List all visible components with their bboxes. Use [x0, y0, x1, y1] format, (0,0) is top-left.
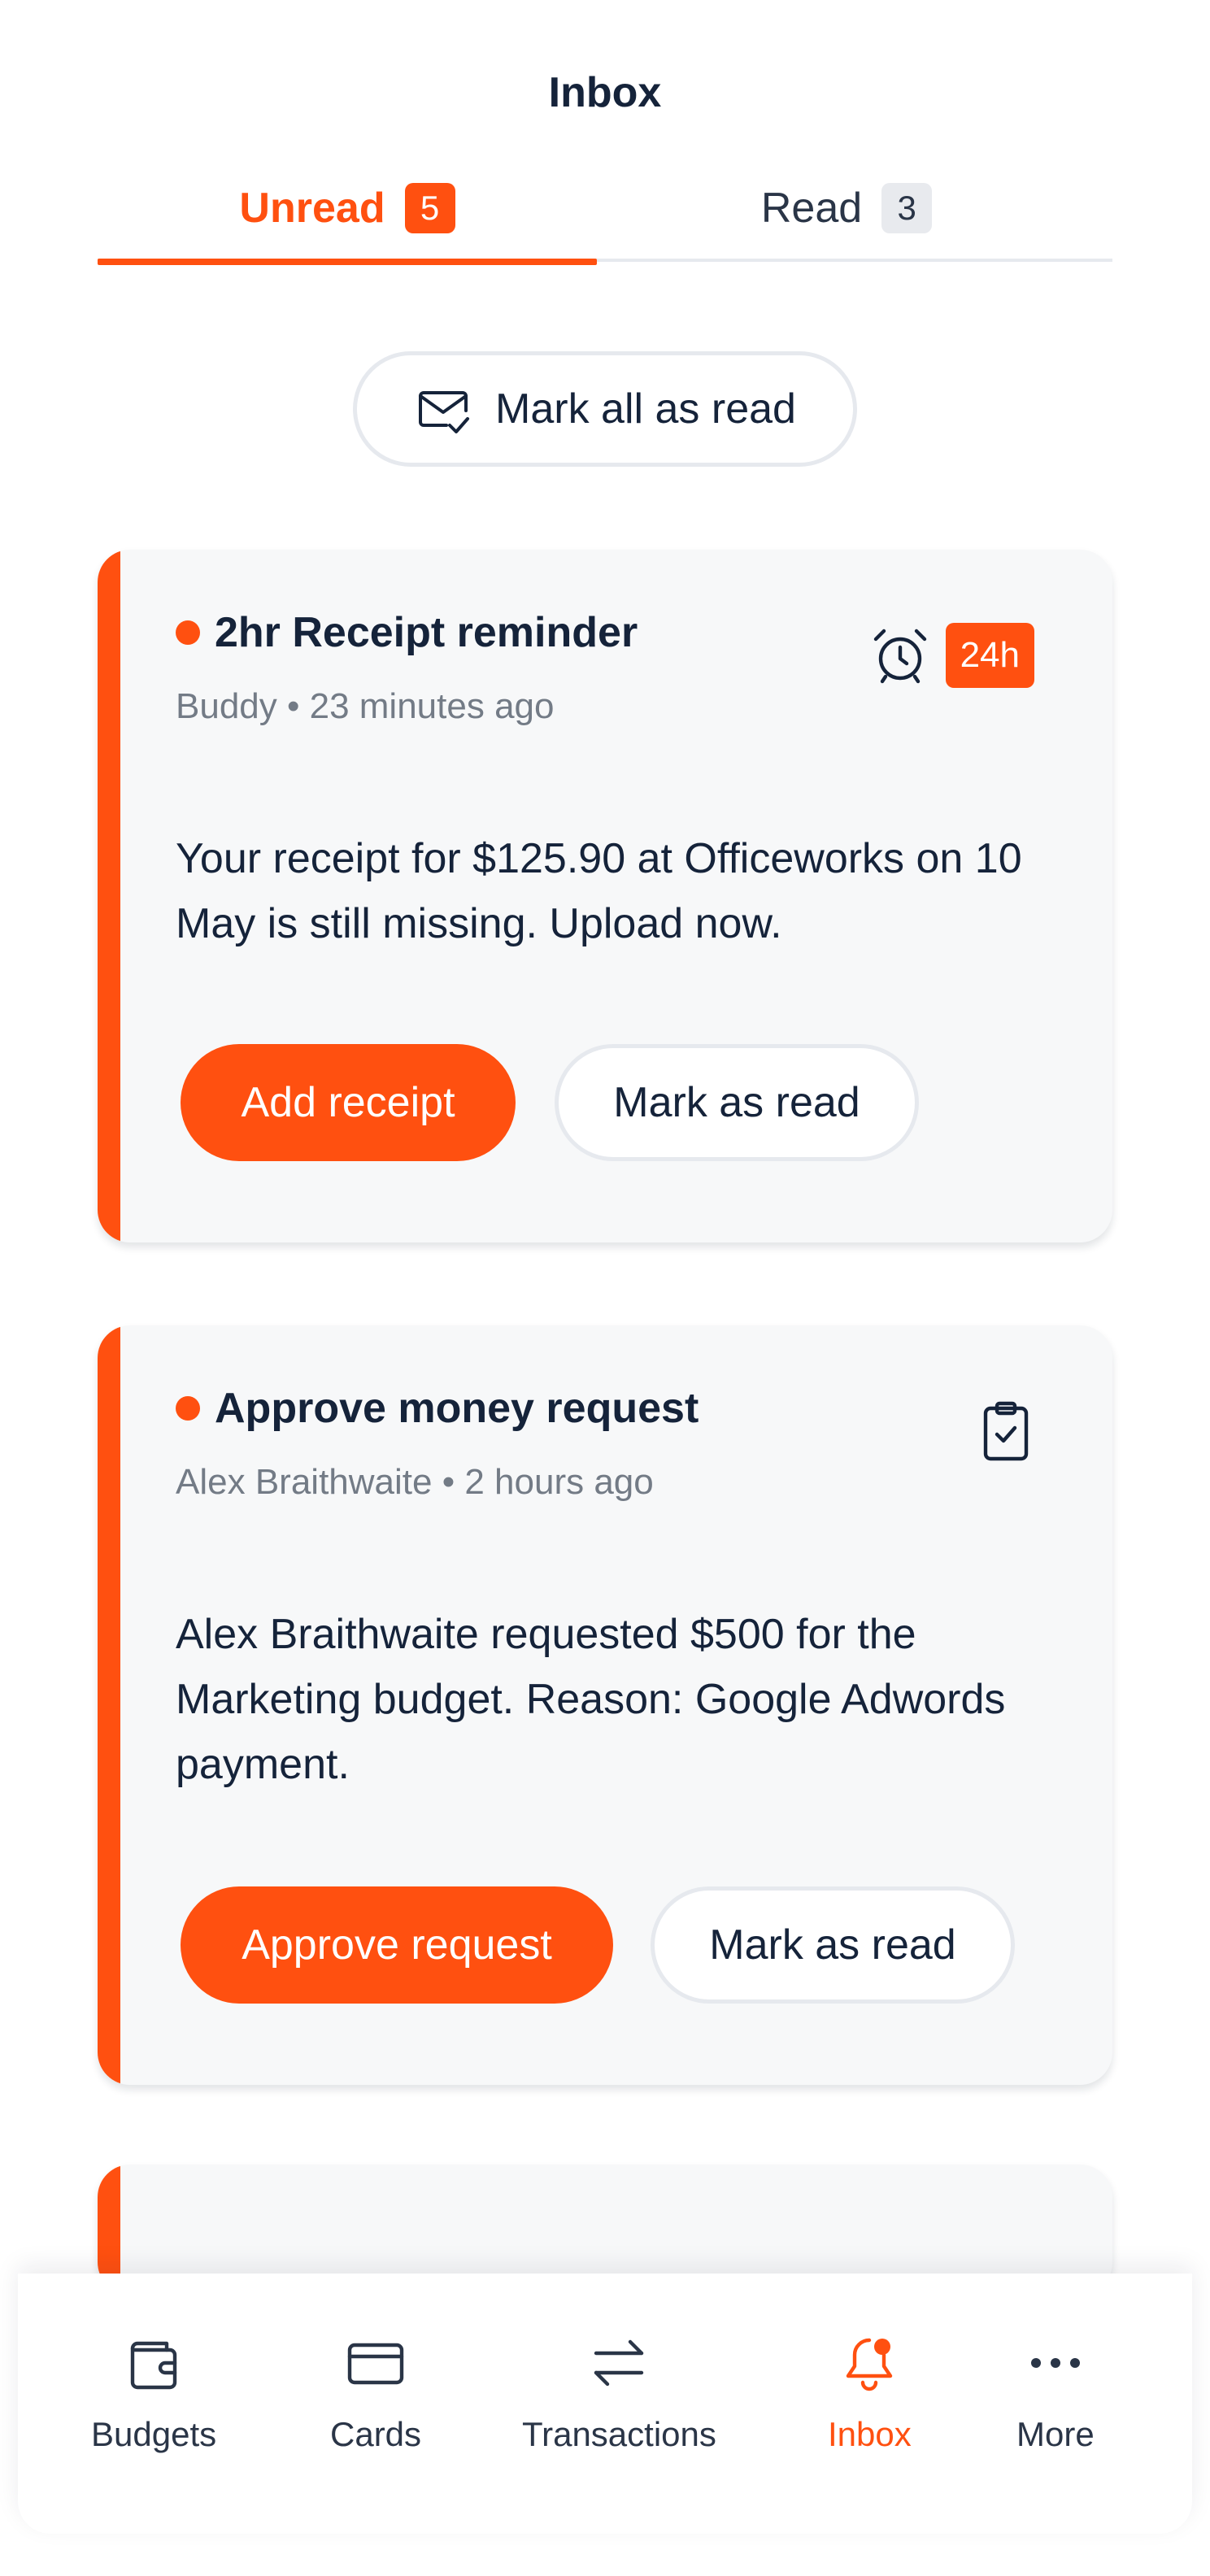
notification-title: 2hr Receipt reminder	[215, 609, 638, 656]
notification-body: Your receipt for $125.90 at Officeworks …	[176, 835, 1022, 947]
mark-all-as-read-button[interactable]: Mark all as read	[353, 351, 857, 467]
nav-budgets[interactable]: Budgets	[91, 2330, 216, 2454]
notification-card: Approve money request Alex Braithwaite •…	[98, 1325, 1112, 2085]
mark-all-label: Mark all as read	[495, 385, 796, 433]
tab-unread-label: Unread	[239, 185, 385, 232]
active-tab-indicator	[98, 259, 597, 265]
envelope-check-icon	[419, 391, 470, 433]
nav-more-label: More	[1016, 2415, 1095, 2453]
unread-dot	[176, 1396, 200, 1421]
notification-body: Alex Braithwaite requested $500 for the …	[176, 1611, 1006, 1788]
nav-transactions-label: Transactions	[522, 2415, 716, 2453]
bell-icon	[847, 2338, 893, 2391]
wallet-icon	[130, 2341, 177, 2390]
unread-dot	[176, 620, 200, 645]
nav-cards-label: Cards	[330, 2415, 422, 2453]
clipboard-check-icon	[983, 1401, 1029, 1461]
nav-inbox-label: Inbox	[828, 2415, 912, 2453]
mark-as-read-button[interactable]: Mark as read	[651, 1886, 1015, 2004]
notification-meta: Alex Braithwaite • 2 hours ago	[176, 1462, 654, 1502]
bottom-navigation: Budgets Cards Transactions Inbox More	[18, 2274, 1192, 2534]
tab-read[interactable]: Read 3	[597, 154, 1096, 262]
nav-transactions[interactable]: Transactions	[522, 2330, 716, 2454]
notification-meta: Buddy • 23 minutes ago	[176, 686, 555, 726]
mark-as-read-button[interactable]: Mark as read	[555, 1044, 919, 1161]
read-count-badge: 3	[881, 183, 933, 233]
more-dots-icon	[1030, 2358, 1080, 2368]
deadline-badge: 24h	[945, 623, 1034, 688]
add-receipt-button[interactable]: Add receipt	[181, 1044, 516, 1161]
nav-cards[interactable]: Cards	[330, 2330, 421, 2454]
tab-read-label: Read	[760, 185, 863, 232]
notification-card: 2hr Receipt reminder 24h Buddy • 23 minu…	[98, 550, 1112, 1242]
alarm-clock-icon	[873, 629, 926, 684]
page-title: Inbox	[548, 69, 662, 116]
tab-unread[interactable]: Unread 5	[98, 154, 597, 265]
approve-request-button[interactable]: Approve request	[181, 1886, 613, 2004]
transfer-arrows-icon	[594, 2339, 644, 2387]
nav-inbox[interactable]: Inbox	[828, 2330, 912, 2454]
nav-more[interactable]: More	[1016, 2330, 1095, 2454]
inbox-tabs: Unread 5 Read 3	[98, 154, 1112, 265]
card-icon	[347, 2343, 404, 2385]
nav-budgets-label: Budgets	[91, 2415, 217, 2453]
notification-title: Approve money request	[215, 1385, 699, 1432]
unread-count-badge: 5	[404, 183, 455, 233]
